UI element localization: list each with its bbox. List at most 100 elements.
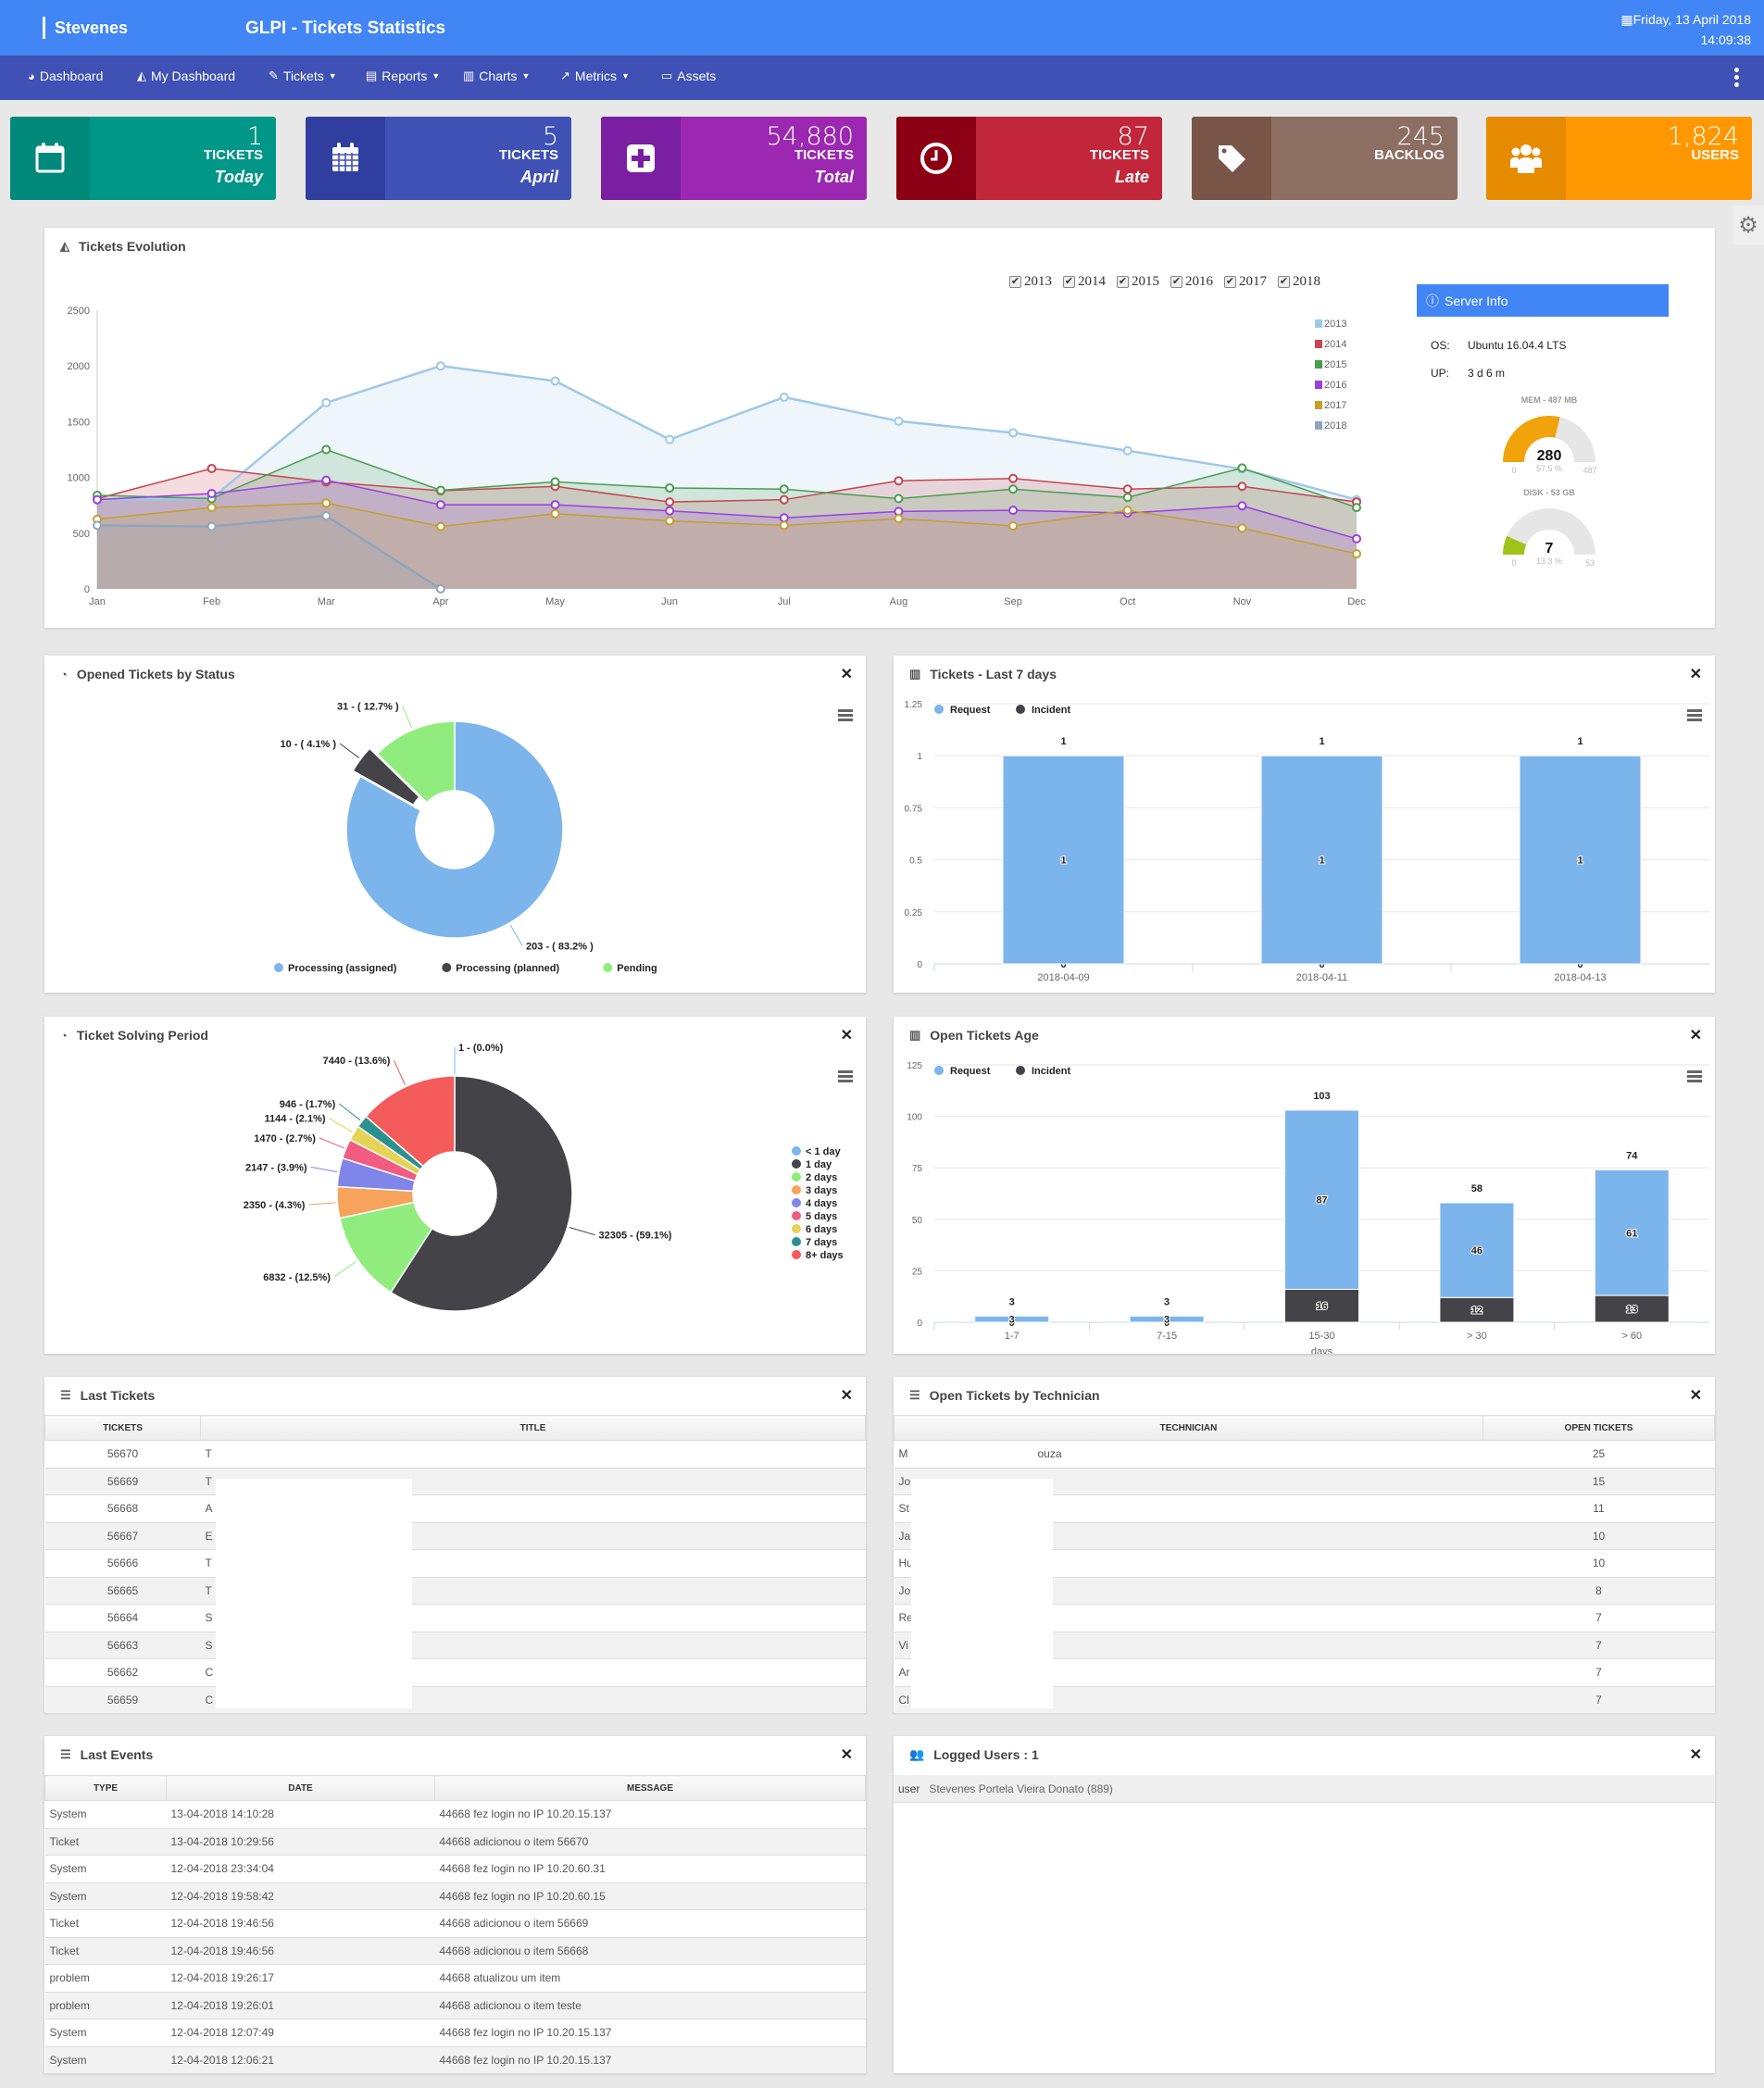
x-tick-label: Oct [1120, 596, 1135, 607]
nav-assets[interactable]: ▭ Assets [661, 69, 716, 83]
table-row[interactable]: 56659 C [44, 1686, 866, 1714]
point-2013 [779, 392, 789, 402]
table-cell: 56659 [44, 1686, 201, 1714]
y-tick-label: 75 [912, 1164, 923, 1174]
panel-header: ☰ Last Tickets [60, 1388, 155, 1403]
stat-card-late[interactable]: 87 TICKETS Late [896, 117, 1162, 200]
stat-card-backlog[interactable]: 245 BACKLOG [1192, 117, 1457, 200]
table-row[interactable]: Mouza 25 [894, 1440, 1715, 1469]
nav-my-dashboard[interactable]: ◭ My Dashboard [137, 69, 235, 83]
stat-card-total[interactable]: 54,880 TICKETS Total [601, 117, 867, 200]
table-cell: 56665 [44, 1577, 201, 1605]
label-connector [308, 1202, 336, 1206]
bar-total-label: 3 [1009, 1296, 1015, 1307]
table-cell: 44668 fez login no IP 10.20.15.137 [434, 1800, 866, 1829]
nav-reports[interactable]: ▤ Reports ▼ [366, 69, 440, 83]
close-panel-button[interactable]: ✕ [841, 1386, 853, 1405]
point-2017 [321, 498, 332, 508]
close-panel-button[interactable]: ✕ [841, 1745, 853, 1764]
nav-tickets[interactable]: ✎ Tickets ▼ [269, 69, 337, 83]
close-panel-button[interactable]: ✕ [1690, 1745, 1702, 1764]
nav-metrics[interactable]: ↗ Metrics ▼ [560, 69, 630, 83]
col-header-type[interactable]: TYPE [44, 1775, 167, 1801]
nav-dashboard[interactable]: ◕ Dashboard [28, 69, 103, 83]
legend-label: 1 day [806, 1159, 832, 1170]
point-2013 [894, 416, 904, 426]
table-row[interactable]: problem 12-04-2018 19:26:01 44668 adiciono… [44, 1992, 866, 2019]
table-row[interactable]: Ticket 13-04-2018 10:29:56 44668 adicionou… [44, 1828, 866, 1856]
settings-gear-icon[interactable]: ⚙ [1733, 206, 1764, 244]
col-header-open-tickets[interactable]: OPEN TICKETS [1483, 1415, 1715, 1441]
table-row[interactable]: System 12-04-2018 19:58:42 44668 fez login… [44, 1882, 866, 1910]
point-2015 [435, 485, 445, 495]
panel-header: ☰ Open Tickets by Technician [909, 1388, 1100, 1403]
table-row[interactable]: 56666 T [44, 1549, 866, 1578]
bar-value-label: 87 [1316, 1195, 1327, 1207]
legend-swatch-2018 [1315, 421, 1322, 430]
desktop-icon: ▭ [661, 69, 673, 82]
table-row[interactable]: System 12-04-2018 23:34:04 44668 fez login… [44, 1855, 866, 1883]
stat-card-users[interactable]: 1,824 USERS [1486, 117, 1752, 200]
bar-value-label: 13 [1626, 1305, 1637, 1316]
col-header-technician[interactable]: TECHNICIAN [894, 1415, 1483, 1441]
date-time: ▦Friday, 13 April 2018 14:09:38 [1620, 9, 1751, 50]
os-value: Ubuntu 16.04.4 LTS [1468, 339, 1567, 352]
bar-total-label: 1 [1060, 736, 1066, 747]
table-row[interactable]: System 12-04-2018 12:07:49 44668 fez login… [44, 2019, 866, 2047]
stat-card-today[interactable]: 1 TICKETS Today [10, 117, 276, 200]
point-2014 [206, 463, 217, 473]
table-cell: 56666 [44, 1549, 201, 1578]
close-panel-button[interactable]: ✕ [1690, 1386, 1702, 1405]
table-row[interactable]: 56668 A [44, 1494, 866, 1523]
point-2016 [435, 500, 445, 510]
y-tick-label: 500 [73, 529, 90, 540]
y-tick-label: 25 [912, 1267, 923, 1277]
stat-card-april[interactable]: 5 TICKETS April [306, 117, 571, 200]
nav-charts[interactable]: ▥ Charts ▼ [463, 69, 530, 83]
label-connector [310, 1166, 338, 1173]
x-tick-label: 2018-04-09 [1037, 972, 1089, 983]
table-row[interactable]: 56669 T [44, 1468, 866, 1495]
point-2016 [894, 506, 904, 517]
y-tick-label: 0 [84, 584, 90, 595]
name-start: M [898, 1447, 908, 1461]
card-icon-area [896, 117, 976, 200]
table-row[interactable]: user Stevenes Portela Vieira Donato (889) [894, 1775, 1715, 1803]
legend-label: Processing (assigned) [288, 963, 397, 974]
user-brand[interactable]: Stevenes [43, 17, 128, 39]
table-row[interactable]: 56664 S [44, 1604, 866, 1632]
table-row[interactable]: 56665 T [44, 1577, 866, 1605]
point-2017 [1237, 523, 1247, 533]
table-row[interactable]: Ticket 12-04-2018 19:46:56 44668 adicionou… [44, 1937, 866, 1965]
y-tick-label: 125 [907, 1061, 922, 1071]
users-icon [1510, 144, 1542, 173]
up-value: 3 d 6 m [1468, 367, 1506, 380]
col-header-date[interactable]: DATE [166, 1775, 435, 1801]
table-cell: problem [44, 1964, 167, 1993]
legend-marker [792, 1250, 801, 1259]
table-cell: 56669 [44, 1468, 201, 1495]
calendar-icon [35, 143, 65, 173]
table-row[interactable]: System 12-04-2018 12:06:21 44668 fez login… [44, 2046, 866, 2074]
table-cell: System [44, 2019, 167, 2047]
panel-last-events: ☰ Last Events ✕ TYPE DATE MESSAGE System 13-… [44, 1736, 866, 2074]
table-row[interactable]: 56662 C [44, 1658, 866, 1687]
table-row[interactable]: 56670 T [44, 1440, 866, 1469]
col-header-title[interactable]: TITLE [200, 1415, 866, 1441]
table-row[interactable]: 56663 S [44, 1632, 866, 1659]
table-row[interactable]: Ticket 12-04-2018 19:46:56 44668 adicionou… [44, 1909, 866, 1938]
table-cell: 13-04-2018 10:29:56 [166, 1828, 435, 1856]
table-row[interactable]: System 13-04-2018 14:10:28 44668 fez login… [44, 1800, 866, 1829]
table-row[interactable]: 56667 E [44, 1522, 866, 1550]
col-header-message[interactable]: MESSAGE [434, 1775, 866, 1801]
table-cell: Ticket [44, 1909, 167, 1938]
last-tickets-table: TICKETS TITLE 56670 T 56669 T 56668 A 56667 E 566… [44, 1415, 866, 1714]
redacted-area [911, 1479, 1053, 1708]
bar-total-label: 74 [1626, 1150, 1638, 1161]
table-row[interactable]: problem 12-04-2018 19:26:17 44668 atualizo… [44, 1964, 866, 1993]
point-2014 [1237, 481, 1247, 492]
col-header-tickets[interactable]: TICKETS [44, 1415, 201, 1441]
more-options-icon[interactable] [1734, 65, 1740, 89]
label-connector [333, 1260, 357, 1278]
legend-swatch-2014 [1315, 340, 1322, 348]
